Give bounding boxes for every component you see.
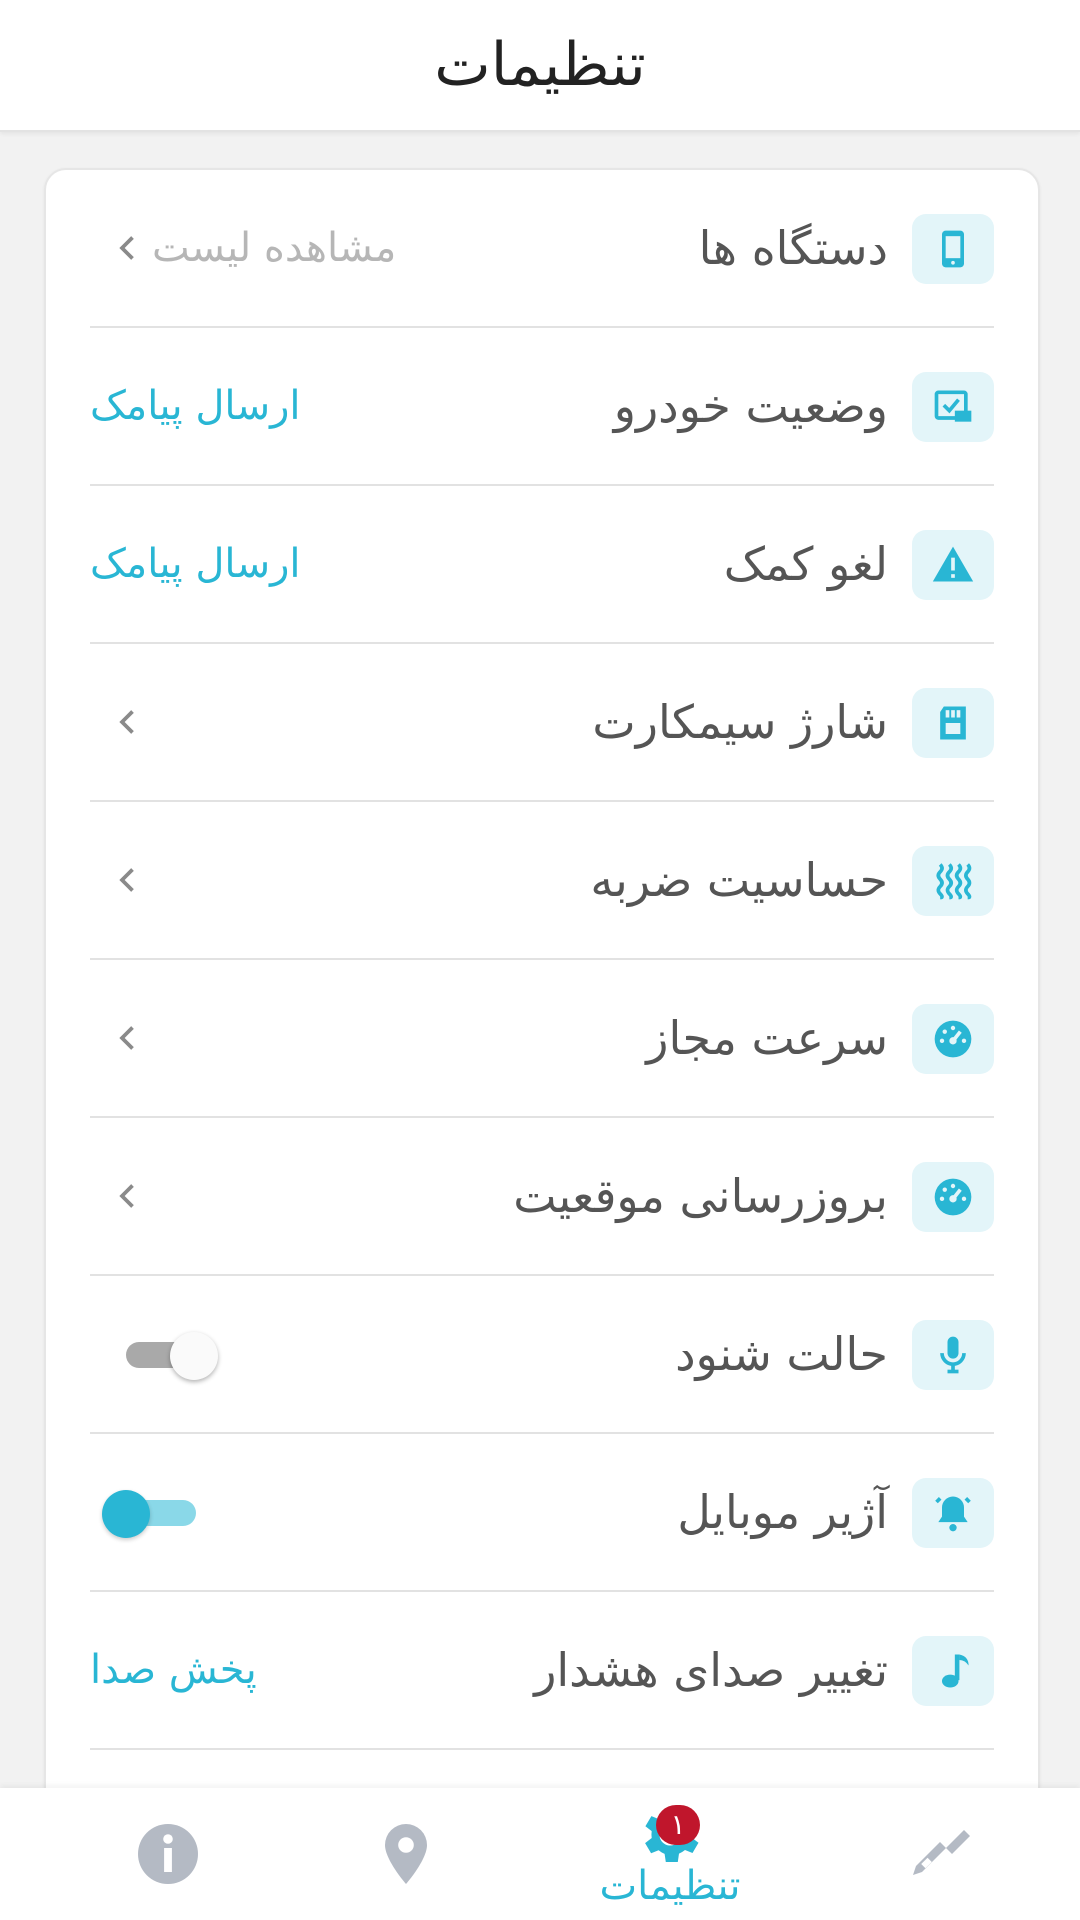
row-label: حالت شنود — [675, 1327, 888, 1381]
chevron-left-icon — [110, 702, 146, 742]
row-label: بروزرسانی موقعیت — [513, 1169, 888, 1223]
play-sound-link[interactable]: پخش صدا — [90, 1592, 257, 1748]
info-icon — [138, 1824, 198, 1884]
location-pin-icon — [385, 1824, 427, 1884]
row-label: لغو کمک — [723, 537, 888, 591]
mobile-siren-toggle[interactable] — [102, 1486, 202, 1538]
speedometer-icon — [912, 1004, 994, 1074]
vehicle-status-icon — [912, 372, 994, 442]
settings-row-listen-mode: حالت شنود — [90, 1276, 994, 1434]
bell-icon — [912, 1478, 994, 1548]
row-label: تغییر صدای هشدار — [534, 1643, 888, 1697]
sim-card-icon — [912, 688, 994, 758]
chevron-left-icon — [110, 1176, 146, 1216]
nav-settings[interactable]: ۱ تنظیمات — [560, 1788, 780, 1920]
nav-car-key[interactable] — [870, 1788, 1010, 1920]
chevron-left-icon — [110, 228, 146, 268]
listen-mode-toggle[interactable] — [118, 1328, 218, 1380]
settings-row-speed-limit[interactable]: سرعت مجاز — [90, 960, 994, 1118]
row-label: آژیر موبایل — [677, 1485, 888, 1539]
row-label: وضعیت خودرو — [613, 379, 888, 433]
row-label: سرعت مجاز — [646, 1011, 888, 1065]
view-list-link[interactable]: مشاهده لیست — [152, 170, 396, 326]
send-sms-link[interactable]: ارسال پیامک — [90, 486, 301, 642]
warning-icon — [912, 530, 994, 600]
settings-row-cancel-help[interactable]: لغو کمک ارسال پیامک — [90, 486, 994, 644]
send-sms-link[interactable]: ارسال پیامک — [90, 328, 301, 484]
settings-row-sim-charge[interactable]: شارژ سیمکارت — [90, 644, 994, 802]
settings-card: دستگاه ها مشاهده لیست وضعیت خودرو ارسال … — [44, 168, 1040, 1892]
chevron-left-icon — [110, 860, 146, 900]
car-key-icon — [913, 1830, 970, 1875]
page-title: تنظیمات — [434, 30, 646, 100]
nav-info[interactable] — [98, 1788, 238, 1920]
microphone-icon — [912, 1320, 994, 1390]
row-label: حساسیت ضربه — [590, 853, 888, 907]
bottom-navigation: ۱ تنظیمات — [0, 1788, 1080, 1920]
phone-icon — [912, 214, 994, 284]
settings-row-vehicle-status[interactable]: وضعیت خودرو ارسال پیامک — [90, 328, 994, 486]
app-header: تنظیمات — [0, 0, 1080, 132]
row-label: شارژ سیمکارت — [592, 695, 888, 749]
notification-badge: ۱ — [656, 1805, 700, 1845]
settings-row-impact-sensitivity[interactable]: حساسیت ضربه — [90, 802, 994, 960]
chevron-left-icon — [110, 1018, 146, 1058]
settings-row-mobile-siren: آژیر موبایل — [90, 1434, 994, 1592]
vibration-icon — [912, 846, 994, 916]
row-label: دستگاه ها — [698, 221, 888, 275]
music-note-icon — [912, 1636, 994, 1706]
nav-map[interactable] — [336, 1788, 476, 1920]
settings-row-devices[interactable]: دستگاه ها مشاهده لیست — [90, 170, 994, 328]
settings-row-alarm-sound[interactable]: تغییر صدای هشدار پخش صدا — [90, 1592, 994, 1750]
settings-row-location-update[interactable]: بروزرسانی موقعیت — [90, 1118, 994, 1276]
speedometer-icon — [912, 1162, 994, 1232]
